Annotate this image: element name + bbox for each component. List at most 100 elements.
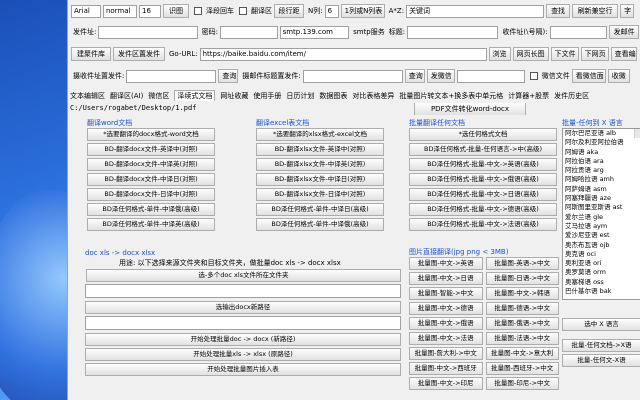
image-translate-button-0[interactable]: 批量图-中文->英语 <box>409 257 483 270</box>
image-translate-button-3[interactable]: 批量图-日语->中文 <box>485 272 559 285</box>
word-button-4[interactable]: BD-翻译docx文件-日译中(对照) <box>87 188 215 201</box>
view-wechat-button[interactable]: 看微信面 <box>571 69 606 83</box>
view-source-button[interactable]: 查看编 <box>610 47 637 61</box>
pdf-to-word-button[interactable]: PDF文件转化word-docx <box>414 103 526 115</box>
source-folder-input[interactable] <box>85 284 401 298</box>
tab-0[interactable]: 文本编辑区 <box>70 91 105 101</box>
language-list-scrollbar[interactable] <box>634 129 640 139</box>
batch-button-0[interactable]: *选任何格式文档 <box>409 128 557 141</box>
language-item[interactable]: 奥罗莫语 orm <box>563 268 640 277</box>
image-translate-button-15[interactable]: 批量图-西班牙->中文 <box>485 362 559 375</box>
wechat-file-checkbox[interactable] <box>529 72 538 80</box>
tab-8[interactable]: 对比表格差异 <box>352 91 394 101</box>
image-translate-button-12[interactable]: 批量图-詹大利->中文 <box>409 347 483 360</box>
paragraph-return-checkbox[interactable] <box>194 7 202 15</box>
language-item[interactable]: 奥克语 oci <box>563 250 640 259</box>
image-translate-button-11[interactable]: 批量图-法语->中文 <box>485 332 559 345</box>
url-input[interactable]: https://baike.baidu.com/item/ <box>199 47 487 61</box>
tab-2[interactable]: 微信区 <box>148 91 169 101</box>
font-select[interactable]: Arial <box>71 4 101 18</box>
tab-9[interactable]: 批量图片转文本+换多表中单元格 <box>399 91 503 101</box>
refresh-blank-button[interactable]: 刷新兼空行 <box>572 4 619 18</box>
browse-button[interactable]: 浏览 <box>488 47 511 61</box>
image-translate-button-8[interactable]: 批量图-中文->俄语 <box>409 317 483 330</box>
word-button-1[interactable]: BD-翻译docx文件-英译中(对照) <box>87 143 215 156</box>
batch-button-4[interactable]: BD泽任何格式-批量-中文->日语(高级) <box>409 188 557 201</box>
recipients-input[interactable] <box>549 25 608 39</box>
translate-area-checkbox[interactable] <box>239 7 247 15</box>
sender-query-input[interactable] <box>126 69 217 83</box>
image-translate-button-16[interactable]: 批量图-中文->印尼 <box>409 377 483 390</box>
char-button[interactable]: 字 <box>620 4 635 18</box>
image-translate-button-10[interactable]: 批量图-中文->法语 <box>409 332 483 345</box>
language-item[interactable]: 阿姆语 aka <box>563 148 640 157</box>
tab-11[interactable]: 发件历史区 <box>554 91 589 101</box>
language-item[interactable]: 爱尔兰语 gle <box>563 213 640 222</box>
process-images-button[interactable]: 开始处理批量图片插入表 <box>85 363 401 376</box>
select-source-folder-button[interactable]: 选-多个doc xls文件所在文件夹 <box>86 269 401 282</box>
columns-button[interactable]: 1列或N列表 <box>340 4 385 18</box>
process-doc-button[interactable]: 开始处理批量doc -> docx (新路径) <box>85 333 401 346</box>
word-button-5[interactable]: BD泽任何格式-单件-中译俄(高级) <box>87 203 215 216</box>
line-spacing-button[interactable]: 段行距 <box>274 4 304 18</box>
language-item[interactable]: 阿尔及利亚阿拉伯语 <box>563 138 640 147</box>
image-translate-button-7[interactable]: 批量图-德语->中文 <box>485 302 559 315</box>
select-language-button[interactable]: 选中 X 语言 <box>562 318 640 331</box>
language-item[interactable]: 阿拉伯语 ara <box>563 157 640 166</box>
download-page-button[interactable]: 下网页 <box>580 47 609 61</box>
output-path-input[interactable] <box>85 316 401 330</box>
word-button-6[interactable]: BD泽任何格式-单件-中译英(高级) <box>87 218 215 231</box>
batch-button-6[interactable]: BD泽任何格式-批量-中文->法语(高级) <box>409 218 557 231</box>
excel-button-0[interactable]: *选要翻译的xlsx格式-excel文档 <box>256 128 384 141</box>
language-item[interactable]: 奥塞梯语 oss <box>563 278 640 287</box>
excel-button-5[interactable]: BD泽任何格式-单件-中译日(高级) <box>256 203 384 216</box>
wechat-input[interactable] <box>456 69 525 83</box>
password-input[interactable] <box>219 25 278 39</box>
excel-button-4[interactable]: BD-翻译xlsx文件-日译中(对照) <box>256 188 384 201</box>
language-item[interactable]: 巴什基尔语 bak <box>563 287 640 296</box>
batch-button-1[interactable]: BD泽任何格式-批量-任何语言->中(高级) <box>409 143 557 156</box>
image-translate-button-9[interactable]: 批量图-俄语->中文 <box>485 317 559 330</box>
excel-button-3[interactable]: BD-翻译xlsx文件-中译日(对照) <box>256 173 384 186</box>
image-translate-button-1[interactable]: 批量图-英语->中文 <box>485 257 559 270</box>
from-input[interactable] <box>98 25 198 39</box>
download-file-button[interactable]: 下文件 <box>550 47 579 61</box>
tab-10[interactable]: 计算器+股票 <box>508 91 549 101</box>
language-item[interactable]: 阿塞拜疆语 aze <box>563 194 640 203</box>
image-translate-button-2[interactable]: 批量图-中文->日语 <box>409 272 483 285</box>
find-button[interactable]: 查找 <box>546 4 571 18</box>
image-translate-button-5[interactable]: 批量图-中文->韩语 <box>485 287 559 300</box>
query-button-1[interactable]: 查询 <box>218 69 239 83</box>
ocr-button[interactable]: 识图 <box>163 4 189 18</box>
tab-7[interactable]: 数据图表 <box>319 91 347 101</box>
n-columns-input[interactable]: 6 <box>324 4 339 18</box>
language-item[interactable]: 阿姆哈拉语 amh <box>563 175 640 184</box>
tab-5[interactable]: 使用手册 <box>253 91 281 101</box>
send-mail-button[interactable]: 发邮件 <box>609 25 640 39</box>
tab-4[interactable]: 网址收藏 <box>220 91 248 101</box>
title-query-input[interactable] <box>302 69 403 83</box>
excel-button-1[interactable]: BD-翻译xlsx文件-英译中(对照) <box>256 143 384 156</box>
receive-wechat-button[interactable]: 收微 <box>607 69 630 83</box>
subject-input[interactable] <box>407 25 499 39</box>
excel-button-6[interactable]: BD泽任何格式-单件-中译俄(高级) <box>256 218 384 231</box>
language-item[interactable]: 奥杰布瓦语 ojb <box>563 241 640 250</box>
build-library-button[interactable]: 建聚件库 <box>71 47 111 61</box>
word-button-0[interactable]: *选要翻译的docx格式-word文档 <box>87 128 215 141</box>
word-button-3[interactable]: BD-翻译docx文件-中译日(对照) <box>87 173 215 186</box>
style-select[interactable]: normal <box>103 4 137 18</box>
tab-3[interactable]: 泽续式文档 <box>174 90 216 101</box>
smtp-input[interactable]: smtp.139.com <box>279 25 350 39</box>
process-xls-button[interactable]: 开始处理批量xls -> xlsx (原路径) <box>85 348 401 361</box>
batch-button-5[interactable]: BD泽任何格式-批量-中文->德语(高级) <box>409 203 557 216</box>
language-item[interactable]: 爱沙尼亚语 est <box>563 231 640 240</box>
language-item[interactable]: 阿斯图里亚斯语 ast <box>563 203 640 212</box>
send-wechat-button[interactable]: 发微信 <box>426 69 455 83</box>
batch-button-3[interactable]: BD泽任何格式-批量-中文->俄语(高级) <box>409 173 557 186</box>
image-translate-button-4[interactable]: 批量图-智能->中文 <box>409 287 483 300</box>
batch-any-to-x-button-2[interactable]: 批量-任何文-X语 <box>562 354 640 367</box>
keyword-input[interactable]: 关键词 <box>406 4 545 18</box>
image-translate-button-14[interactable]: 批量图-中文->西班牙 <box>409 362 483 375</box>
batch-button-2[interactable]: BD泽任何格式-批量-中文->英语(高级) <box>409 158 557 171</box>
word-button-2[interactable]: BD-翻译docx文件-中译英(对照) <box>87 158 215 171</box>
